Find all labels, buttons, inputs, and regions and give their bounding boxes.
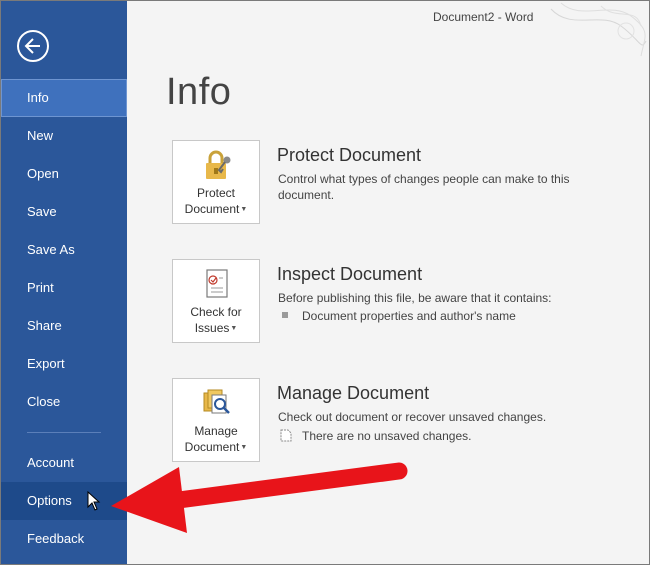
- sidebar-item-feedback[interactable]: Feedback: [1, 520, 127, 558]
- manage-document-title: Manage Document: [277, 383, 430, 403]
- inspect-bullet: Document properties and author's name: [282, 309, 516, 323]
- sidebar-item-account[interactable]: Account: [1, 444, 127, 482]
- protect-document-button[interactable]: Protect Document▼: [172, 140, 260, 224]
- bullet-square-icon: [282, 312, 288, 318]
- sidebar-nav-bottom: Account Options Feedback: [1, 444, 127, 558]
- protect-document-desc: Control what types of changes people can…: [278, 172, 570, 202]
- page-title: Info: [166, 71, 232, 113]
- check-for-issues-button[interactable]: Check for Issues▼: [172, 259, 260, 343]
- decorative-flourish: [550, 2, 647, 57]
- sidebar-nav: Info New Open Save Save As Print Share E…: [1, 79, 127, 421]
- back-button[interactable]: [17, 30, 49, 62]
- manage-document-icon: [203, 389, 230, 414]
- sidebar-item-open[interactable]: Open: [1, 155, 127, 193]
- sidebar-item-export[interactable]: Export: [1, 345, 127, 383]
- back-arrow-icon: [24, 38, 40, 54]
- inspect-document-title: Inspect Document: [277, 264, 423, 284]
- sidebar-item-print[interactable]: Print: [1, 269, 127, 307]
- manage-document-button[interactable]: Manage Document▼: [172, 378, 260, 462]
- word-backstage-window: Info New Open Save Save As Print Share E…: [0, 0, 650, 565]
- inspect-document-desc: Before publishing this file, be aware th…: [278, 291, 552, 305]
- checklist-icon: [206, 269, 228, 298]
- sidebar-item-options[interactable]: Options: [1, 482, 127, 520]
- sidebar-item-new[interactable]: New: [1, 117, 127, 155]
- mouse-pointer-icon: [87, 491, 101, 511]
- sidebar-item-save[interactable]: Save: [1, 193, 127, 231]
- protect-document-title: Protect Document: [277, 145, 422, 165]
- protect-document-button-label: Protect Document▼: [184, 186, 248, 216]
- backstage-sidebar: Info New Open Save Save As Print Share E…: [1, 1, 127, 564]
- sidebar-item-close[interactable]: Close: [1, 383, 127, 421]
- check-for-issues-button-label: Check for Issues▼: [190, 305, 242, 335]
- manage-document-desc: Check out document or recover unsaved ch…: [278, 410, 547, 424]
- sidebar-item-share[interactable]: Share: [1, 307, 127, 345]
- manage-bullet: There are no unsaved changes.: [280, 429, 471, 443]
- manage-document-button-label: Manage Document▼: [184, 424, 248, 454]
- window-title: Document2 - Word: [433, 10, 534, 24]
- sidebar-divider: [27, 432, 101, 433]
- lock-key-icon: [206, 150, 231, 179]
- sidebar-item-info[interactable]: Info: [1, 79, 127, 117]
- sidebar-item-save-as[interactable]: Save As: [1, 231, 127, 269]
- document-outline-icon: [280, 429, 292, 442]
